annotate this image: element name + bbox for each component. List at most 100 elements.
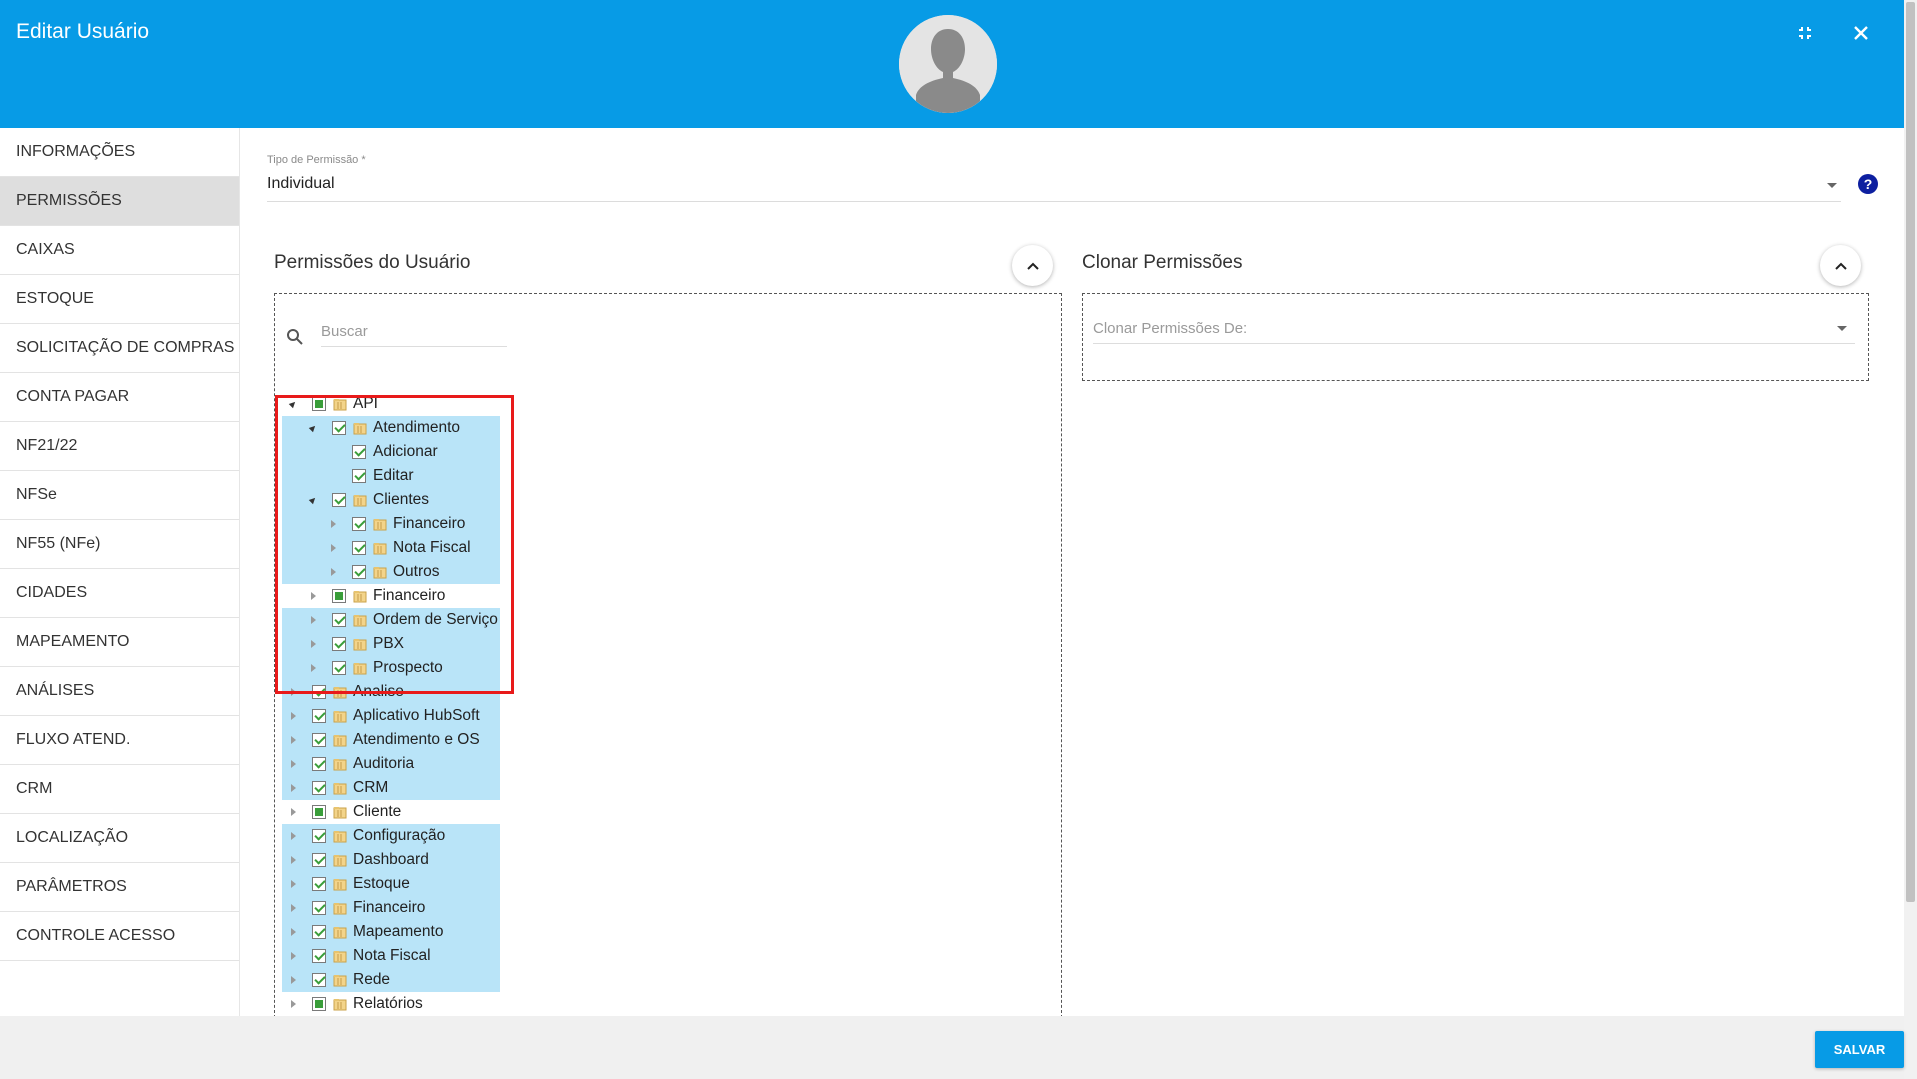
sidebar-item[interactable]: CAIXAS [0, 226, 239, 275]
sidebar-item[interactable]: INFORMAÇÕES [0, 128, 239, 177]
caret-right-icon[interactable] [328, 518, 340, 530]
tree-checkbox[interactable] [312, 949, 326, 963]
close-button[interactable] [1846, 18, 1876, 48]
tree-node[interactable]: Prospecto [282, 656, 500, 680]
tree-checkbox[interactable] [352, 565, 366, 579]
caret-right-icon[interactable] [288, 734, 300, 746]
caret-right-icon[interactable] [288, 854, 300, 866]
tree-checkbox[interactable] [312, 709, 326, 723]
tree-node[interactable]: Aplicativo HubSoft [282, 704, 500, 728]
tree-checkbox[interactable] [352, 469, 366, 483]
tree-node[interactable]: Estoque [282, 872, 500, 896]
sidebar-item[interactable]: CIDADES [0, 569, 239, 618]
tree-checkbox[interactable] [312, 877, 326, 891]
tree-node[interactable]: Relatórios [282, 992, 500, 1016]
tree-checkbox[interactable] [312, 757, 326, 771]
user-permissions-collapse-button[interactable] [1012, 245, 1053, 286]
tree-checkbox[interactable] [312, 997, 326, 1011]
caret-right-icon[interactable] [328, 566, 340, 578]
caret-down-icon[interactable] [288, 398, 300, 410]
tree-node[interactable]: CRM [282, 776, 500, 800]
tree-checkbox[interactable] [312, 829, 326, 843]
caret-right-icon[interactable] [288, 926, 300, 938]
save-button[interactable]: SALVAR [1815, 1031, 1904, 1068]
clone-permissions-select[interactable]: Clonar Permissões De: [1093, 314, 1855, 344]
search-input[interactable] [321, 317, 507, 347]
tree-node[interactable]: PBX [282, 632, 500, 656]
caret-right-icon[interactable] [288, 806, 300, 818]
tree-checkbox[interactable] [332, 493, 346, 507]
tree-node[interactable]: Configuração [282, 824, 500, 848]
caret-right-icon[interactable] [328, 542, 340, 554]
tree-checkbox[interactable] [352, 517, 366, 531]
caret-right-icon[interactable] [308, 614, 320, 626]
sidebar-item[interactable]: NF21/22 [0, 422, 239, 471]
tree-node[interactable]: Nota Fiscal [282, 944, 500, 968]
tree-node[interactable]: Financeiro [282, 584, 500, 608]
sidebar-item[interactable]: ANÁLISES [0, 667, 239, 716]
tree-checkbox[interactable] [312, 925, 326, 939]
tree-checkbox[interactable] [352, 541, 366, 555]
tree-node[interactable]: Cliente [282, 800, 500, 824]
sidebar-item[interactable]: CRM [0, 765, 239, 814]
sidebar-item[interactable]: CONTROLE ACESSO [0, 912, 239, 961]
permission-type-select[interactable]: Individual [267, 173, 1841, 202]
tree-node[interactable]: Financeiro [282, 512, 500, 536]
sidebar-item[interactable]: CONTA PAGAR [0, 373, 239, 422]
caret-right-icon[interactable] [308, 590, 320, 602]
tree-checkbox[interactable] [332, 589, 346, 603]
tree-checkbox[interactable] [332, 661, 346, 675]
clone-permissions-collapse-button[interactable] [1820, 245, 1861, 286]
tree-checkbox[interactable] [312, 901, 326, 915]
caret-right-icon[interactable] [288, 758, 300, 770]
avatar[interactable] [899, 15, 997, 113]
tree-checkbox[interactable] [352, 445, 366, 459]
tree-checkbox[interactable] [312, 805, 326, 819]
tree-node[interactable]: Analise [282, 680, 500, 704]
tree-checkbox[interactable] [312, 733, 326, 747]
tree-node[interactable]: Rede [282, 968, 500, 992]
tree-checkbox[interactable] [312, 685, 326, 699]
tree-node[interactable]: Financeiro [282, 896, 500, 920]
caret-right-icon[interactable] [288, 710, 300, 722]
tree-checkbox[interactable] [312, 853, 326, 867]
sidebar-item[interactable]: SOLICITAÇÃO DE COMPRAS [0, 324, 239, 373]
caret-right-icon[interactable] [288, 950, 300, 962]
compress-button[interactable] [1790, 18, 1820, 48]
tree-node[interactable]: Auditoria [282, 752, 500, 776]
caret-down-icon[interactable] [308, 494, 320, 506]
tree-node[interactable]: Editar [282, 464, 500, 488]
scrollbar-thumb[interactable] [1906, 2, 1915, 902]
help-icon[interactable]: ? [1858, 174, 1878, 194]
caret-right-icon[interactable] [288, 782, 300, 794]
tree-node[interactable]: Nota Fiscal [282, 536, 500, 560]
caret-right-icon[interactable] [288, 998, 300, 1010]
tree-node[interactable]: Dashboard [282, 848, 500, 872]
tree-checkbox[interactable] [312, 397, 326, 411]
sidebar-item[interactable]: NF55 (NFe) [0, 520, 239, 569]
caret-right-icon[interactable] [288, 830, 300, 842]
tree-node[interactable]: Outros [282, 560, 500, 584]
tree-checkbox[interactable] [312, 781, 326, 795]
caret-right-icon[interactable] [288, 902, 300, 914]
caret-right-icon[interactable] [288, 878, 300, 890]
sidebar-item[interactable]: PERMISSÕES [0, 177, 239, 226]
tree-node[interactable]: Ordem de Serviço [282, 608, 500, 632]
sidebar-item[interactable]: ESTOQUE [0, 275, 239, 324]
tree-checkbox[interactable] [332, 421, 346, 435]
tree-checkbox[interactable] [312, 973, 326, 987]
caret-right-icon[interactable] [308, 662, 320, 674]
tree-node[interactable]: Atendimento e OS [282, 728, 500, 752]
tree-node[interactable]: Clientes [282, 488, 500, 512]
caret-down-icon[interactable] [308, 422, 320, 434]
caret-right-icon[interactable] [308, 638, 320, 650]
sidebar-item[interactable]: PARÂMETROS [0, 863, 239, 912]
sidebar-item[interactable]: MAPEAMENTO [0, 618, 239, 667]
sidebar-item[interactable]: FLUXO ATEND. [0, 716, 239, 765]
tree-node[interactable]: Atendimento [282, 416, 500, 440]
tree-node[interactable]: API [282, 392, 500, 416]
page-scrollbar[interactable] [1904, 0, 1917, 1079]
tree-node[interactable]: Mapeamento [282, 920, 500, 944]
caret-right-icon[interactable] [288, 686, 300, 698]
tree-node[interactable]: Adicionar [282, 440, 500, 464]
